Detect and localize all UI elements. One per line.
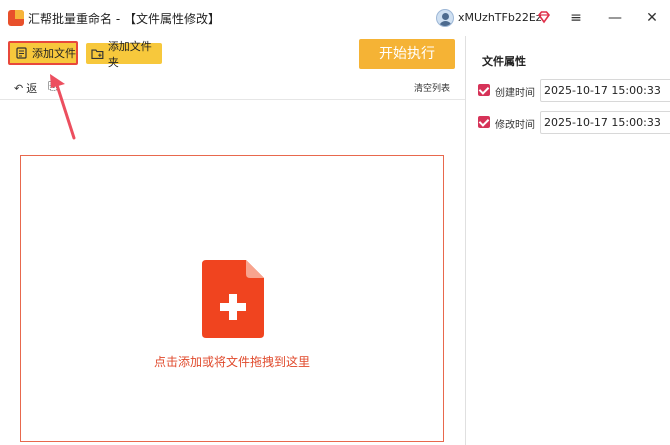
window-title: 汇帮批量重命名 - 【文件属性修改】 [28,12,220,26]
attr-row-created: 创建时间 2025-10-17 15:00:33 [478,79,670,103]
user-avatar[interactable] [436,9,454,27]
file-drop-zone[interactable]: 点击添加或将文件拖拽到这里 [20,155,444,442]
username[interactable]: xMUzhTFb22Ez [458,11,542,24]
created-time-input[interactable]: 2025-10-17 15:00:33 [540,79,670,102]
folder-add-icon [91,48,104,59]
drop-hint-text: 点击添加或将文件拖拽到这里 [153,355,310,369]
close-icon[interactable]: ✕ [640,6,664,30]
app-logo-icon [8,10,24,26]
add-folder-label: 添加文件夹 [107,39,152,69]
created-time-checkbox[interactable] [478,84,490,96]
add-file-label: 添加文件 [32,47,76,60]
toolbar: 添加文件 添加文件夹 开始执行 [0,36,465,72]
add-file-icon [202,260,264,338]
modified-time-input[interactable]: 2025-10-17 15:00:33 [540,111,670,134]
panel-title: 文件属性 [482,55,526,68]
hamburger-menu-icon[interactable]: ≡ [564,6,588,30]
attr-row-modified: 修改时间 2025-10-17 15:00:33 [478,111,670,135]
start-button[interactable]: 开始执行 [359,39,455,69]
modified-time-label: 修改时间 [495,120,535,131]
title-bar: 汇帮批量重命名 - 【文件属性修改】 xMUzhTFb22Ez ≡ — ✕ [0,0,670,36]
vip-diamond-icon[interactable] [537,10,551,24]
pointer-arrow-icon [50,74,76,140]
panel-divider [465,36,466,445]
add-folder-button[interactable]: 添加文件夹 [86,40,162,69]
file-list-icon [16,47,27,59]
add-file-button[interactable]: 添加文件 [8,41,78,65]
clear-list-button[interactable]: 清空列表 [414,81,450,94]
undo-icon: ↶ [14,81,24,95]
undo-label: 返 [26,82,38,95]
created-time-label: 创建时间 [495,88,535,99]
modified-time-checkbox[interactable] [478,116,490,128]
undo-button[interactable]: ↶ 返 [14,80,37,96]
minimize-icon[interactable]: — [603,6,627,30]
